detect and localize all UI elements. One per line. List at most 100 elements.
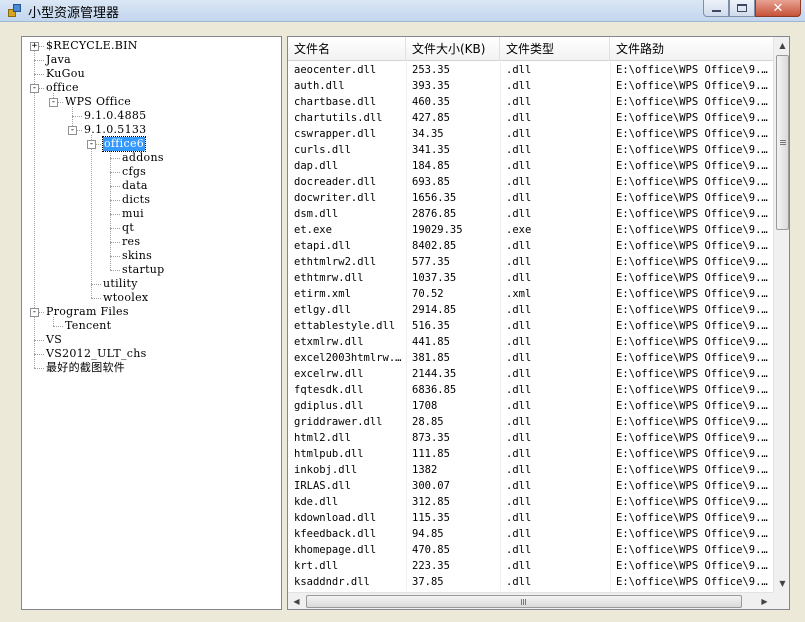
list-row[interactable]: IRLAS.dll 300.07 .dll E:\office\WPS Office\…: [288, 478, 773, 494]
title-bar[interactable]: 小型资源管理器 ✕: [0, 0, 805, 22]
list-row[interactable]: krt.dll 223.35 .dll E:\office\WPS Office\9.…: [288, 558, 773, 574]
file-path-cell: E:\office\WPS Office\9.1...: [616, 464, 773, 476]
file-list[interactable]: 文件名 文件大小(KB) 文件类型 文件路劲 aeocenter.dll 253.…: [287, 36, 790, 610]
list-row[interactable]: docreader.dll 693.85 .dll E:\office\WPS Off…: [288, 174, 773, 190]
file-name-cell: ettablestyle.dll: [294, 320, 396, 332]
list-row[interactable]: etlgy.dll 2914.85 .dll E:\office\WPS Office…: [288, 302, 773, 318]
list-row[interactable]: dsm.dll 2876.85 .dll E:\office\WPS Office\9…: [288, 206, 773, 222]
tree-node[interactable]: Java: [46, 53, 71, 67]
tree-node[interactable]: data: [122, 179, 148, 193]
list-row[interactable]: etxmlrw.dll 441.85 .dll E:\office\WPS Offic…: [288, 334, 773, 350]
file-type-cell: .dll: [506, 256, 532, 268]
tree-node[interactable]: cfgs: [122, 165, 146, 179]
column-header-type[interactable]: 文件类型: [500, 37, 610, 61]
file-type-cell: .dll: [506, 304, 532, 316]
file-type-cell: .dll: [506, 320, 532, 332]
list-row[interactable]: html2.dll 873.35 .dll E:\office\WPS Office\…: [288, 430, 773, 446]
list-row[interactable]: docwriter.dll 1656.35 .dll E:\office\WPS Of…: [288, 190, 773, 206]
list-row[interactable]: fqtesdk.dll 6836.85 .dll E:\office\WPS Offi…: [288, 382, 773, 398]
list-row[interactable]: ethtmlrw2.dll 577.35 .dll E:\office\WPS Off…: [288, 254, 773, 270]
tree-node[interactable]: qt: [122, 221, 134, 235]
column-header-size[interactable]: 文件大小(KB): [406, 37, 500, 61]
tree-node[interactable]: 最好的截图软件: [46, 361, 125, 375]
tree-expander-icon[interactable]: +: [30, 42, 39, 51]
scroll-up-arrow-icon[interactable]: ▲: [774, 37, 789, 54]
file-name-cell: dsm.dll: [294, 208, 339, 220]
tree-node[interactable]: $RECYCLE.BIN: [46, 39, 138, 53]
tree-node[interactable]: VS2012_ULT_chs: [46, 347, 147, 361]
tree-node[interactable]: VS: [46, 333, 62, 347]
list-row[interactable]: chartutils.dll 427.85 .dll E:\office\WPS Of…: [288, 110, 773, 126]
list-row[interactable]: et.exe 19029.35 .exe E:\office\WPS Office\9…: [288, 222, 773, 238]
list-row[interactable]: kfeedback.dll 94.85 .dll E:\office\WPS Offi…: [288, 526, 773, 542]
tree-node[interactable]: res: [122, 235, 140, 249]
list-row[interactable]: ethtmrw.dll 1037.35 .dll E:\office\WPS Offi…: [288, 270, 773, 286]
list-row[interactable]: excelrw.dll 2144.35 .dll E:\office\WPS Offi…: [288, 366, 773, 382]
tree-expander-icon[interactable]: -: [87, 140, 96, 149]
file-size-cell: 70.52: [412, 288, 444, 300]
file-size-cell: 312.85: [412, 496, 450, 508]
tree-node[interactable]: addons: [122, 151, 164, 165]
list-row[interactable]: auth.dll 393.35 .dll E:\office\WPS Office\9…: [288, 78, 773, 94]
tree-node[interactable]: 9.1.0.5133: [84, 123, 146, 137]
tree-node[interactable]: office: [46, 81, 79, 95]
scroll-left-arrow-icon[interactable]: ◀: [288, 593, 305, 609]
file-size-cell: 6836.85: [412, 384, 457, 396]
tree-expander-icon[interactable]: -: [30, 308, 39, 317]
tree-expander-icon[interactable]: -: [68, 126, 77, 135]
list-row[interactable]: kde.dll 312.85 .dll E:\office\WPS Office\9.…: [288, 494, 773, 510]
list-row[interactable]: ksaddndr.dll 37.85 .dll E:\office\WPS Offic…: [288, 574, 773, 590]
list-row[interactable]: excel2003htmlrw... 381.85 .dll E:\office\WP…: [288, 350, 773, 366]
file-path-cell: E:\office\WPS Office\9.1...: [616, 512, 773, 524]
scroll-down-arrow-icon[interactable]: ▼: [774, 575, 789, 592]
list-row[interactable]: inkobj.dll 1382 .dll E:\office\WPS Office\9…: [288, 462, 773, 478]
file-type-cell: .dll: [506, 560, 532, 572]
maximize-button[interactable]: [729, 0, 755, 17]
horizontal-scroll-thumb[interactable]: [306, 595, 742, 608]
list-row[interactable]: etapi.dll 8402.85 .dll E:\office\WPS Office…: [288, 238, 773, 254]
column-header-path[interactable]: 文件路劲: [610, 37, 773, 61]
list-row[interactable]: htmlpub.dll 111.85 .dll E:\office\WPS Offic…: [288, 446, 773, 462]
list-row[interactable]: griddrawer.dll 28.85 .dll E:\office\WPS Off…: [288, 414, 773, 430]
file-type-cell: .dll: [506, 400, 532, 412]
tree-node[interactable]: 9.1.0.4885: [84, 109, 146, 123]
list-row[interactable]: gdiplus.dll 1708 .dll E:\office\WPS Office\…: [288, 398, 773, 414]
list-row[interactable]: curls.dll 341.35 .dll E:\office\WPS Office\…: [288, 142, 773, 158]
tree-expander-icon[interactable]: -: [30, 84, 39, 93]
vertical-scroll-thumb[interactable]: [776, 55, 789, 230]
vertical-scrollbar[interactable]: ▲ ▼: [773, 37, 789, 592]
close-button[interactable]: ✕: [755, 0, 801, 17]
file-type-cell: .dll: [506, 336, 532, 348]
tree-expander-icon[interactable]: -: [49, 98, 58, 107]
list-row[interactable]: aeocenter.dll 253.35 .dll E:\office\WPS Off…: [288, 62, 773, 78]
list-row[interactable]: khomepage.dll 470.85 .dll E:\office\WPS Off…: [288, 542, 773, 558]
column-header-name[interactable]: 文件名: [288, 37, 406, 61]
tree-node[interactable]: mui: [122, 207, 144, 221]
tree-node[interactable]: Tencent: [65, 319, 111, 333]
file-size-cell: 470.85: [412, 544, 450, 556]
file-path-cell: E:\office\WPS Office\9.1...: [616, 560, 773, 572]
list-row[interactable]: etirm.xml 70.52 .xml E:\office\WPS Office\9…: [288, 286, 773, 302]
tree-node[interactable]: dicts: [122, 193, 150, 207]
list-row[interactable]: kdownload.dll 115.35 .dll E:\office\WPS Off…: [288, 510, 773, 526]
list-row[interactable]: ettablestyle.dll 516.35 .dll E:\office\WPS …: [288, 318, 773, 334]
tree-node[interactable]: WPS Office: [65, 95, 131, 109]
tree-node[interactable]: utility: [103, 277, 138, 291]
tree-node[interactable]: Program Files: [46, 305, 129, 319]
tree-node[interactable]: office6: [101, 136, 147, 152]
horizontal-scrollbar[interactable]: ◀ ▶: [288, 592, 773, 609]
tree-node[interactable]: startup: [122, 263, 165, 277]
scroll-right-arrow-icon[interactable]: ▶: [756, 593, 773, 609]
minimize-button[interactable]: [703, 0, 729, 17]
tree-node[interactable]: skins: [122, 249, 152, 263]
list-row[interactable]: chartbase.dll 460.35 .dll E:\office\WPS Off…: [288, 94, 773, 110]
folder-tree[interactable]: + $RECYCLE.BIN Java KuGou - office - WPS Office…: [21, 36, 282, 610]
tree-node[interactable]: KuGou: [46, 67, 85, 81]
file-size-cell: 2876.85: [412, 208, 457, 220]
file-name-cell: docreader.dll: [294, 176, 377, 188]
list-row[interactable]: dap.dll 184.85 .dll E:\office\WPS Office\9.…: [288, 158, 773, 174]
file-name-cell: excelrw.dll: [294, 368, 364, 380]
list-row[interactable]: cswrapper.dll 34.35 .dll E:\office\WPS Offi…: [288, 126, 773, 142]
file-type-cell: .dll: [506, 528, 532, 540]
tree-node[interactable]: wtoolex: [103, 291, 148, 305]
